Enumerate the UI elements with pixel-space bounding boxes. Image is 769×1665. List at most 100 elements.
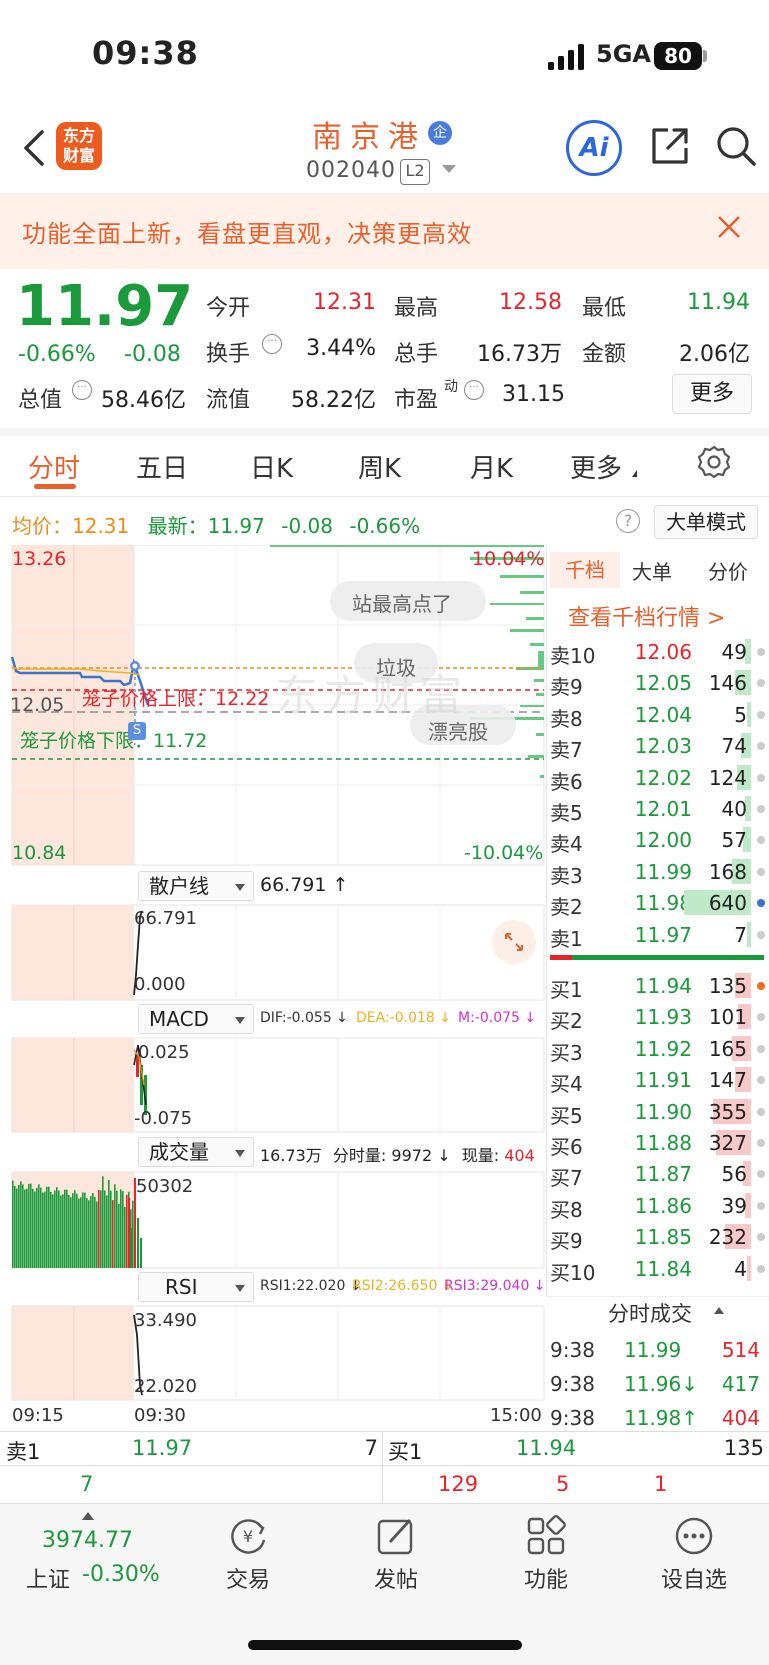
bid-row[interactable]: 买4 11.91 147 bbox=[550, 1064, 769, 1096]
close-icon[interactable] bbox=[716, 214, 742, 240]
summary-right-a: 129 bbox=[438, 1472, 479, 1496]
level-dot bbox=[757, 1139, 765, 1147]
search-icon[interactable] bbox=[714, 124, 758, 168]
ask-row[interactable]: 卖6 12.02 124 bbox=[550, 762, 769, 794]
ask-row[interactable]: 卖7 12.03 74 bbox=[550, 730, 769, 762]
more-dots-icon[interactable] bbox=[672, 1514, 716, 1558]
rsi-axis-top: 33.490 bbox=[134, 1310, 197, 1331]
nav-trade[interactable]: 交易 bbox=[218, 1562, 278, 1594]
ask-row[interactable]: 卖2 11.98 640 bbox=[550, 887, 769, 919]
ask-row[interactable]: 卖9 12.05 146 bbox=[550, 667, 769, 699]
tab-daily-k[interactable]: 日K bbox=[250, 448, 293, 485]
big-order-mode-button[interactable]: 大单模式 bbox=[654, 505, 758, 539]
bid-row[interactable]: 买9 11.85 232 bbox=[550, 1221, 769, 1253]
indicator-select-retail[interactable]: 散户线 bbox=[138, 871, 254, 901]
ask-row[interactable]: 卖1 11.97 7 bbox=[550, 919, 769, 951]
level-label: 买5 bbox=[550, 1103, 583, 1128]
comment-bubble[interactable]: 漂亮股 bbox=[428, 716, 488, 745]
retail-value: 66.791 ↑ bbox=[260, 874, 349, 896]
time-sales-title[interactable]: 分时成交 bbox=[608, 1298, 692, 1328]
level-label: 买8 bbox=[550, 1197, 583, 1222]
view-depth-link[interactable]: 查看千档行情 > bbox=[568, 600, 725, 632]
level-dot bbox=[757, 742, 765, 751]
bid-row[interactable]: 买2 11.93 101 bbox=[550, 1001, 769, 1033]
tab-thousand-levels[interactable]: 千档 bbox=[550, 552, 620, 588]
volume-bar bbox=[104, 1190, 106, 1268]
gear-icon[interactable] bbox=[696, 444, 732, 480]
indicator-select-volume[interactable]: 成交量 bbox=[138, 1137, 254, 1167]
chevron-up-icon[interactable] bbox=[82, 1512, 94, 1520]
info-icon[interactable]: ··· bbox=[262, 334, 282, 354]
ask-row[interactable]: 卖8 12.04 5 bbox=[550, 699, 769, 731]
share-icon[interactable] bbox=[648, 124, 692, 168]
tab-five-day[interactable]: 五日 bbox=[136, 448, 188, 485]
volume-bar bbox=[114, 1184, 116, 1268]
nav-add-watchlist[interactable]: 设自选 bbox=[656, 1562, 732, 1594]
back-icon[interactable] bbox=[20, 128, 50, 168]
nav-functions[interactable]: 功能 bbox=[516, 1562, 576, 1594]
tab-price-distribution[interactable]: 分价 bbox=[708, 556, 748, 585]
comment-bubble[interactable]: 垃圾 bbox=[376, 652, 416, 681]
tab-more[interactable]: 更多 bbox=[570, 448, 622, 485]
level-dot bbox=[757, 1013, 765, 1022]
ask-row[interactable]: 卖4 12.00 57 bbox=[550, 824, 769, 857]
tab-weekly-k[interactable]: 周K bbox=[358, 448, 401, 485]
volume-bar bbox=[84, 1192, 86, 1268]
ask-row[interactable]: 卖5 12.01 40 bbox=[550, 793, 769, 825]
time-axis-end: 15:00 bbox=[490, 1405, 542, 1426]
info-icon[interactable]: ··· bbox=[464, 380, 484, 400]
chevron-down-icon[interactable] bbox=[442, 165, 456, 173]
help-icon[interactable]: ? bbox=[616, 509, 640, 533]
bid-row[interactable]: 买6 11.88 327 bbox=[550, 1127, 769, 1159]
bid-row[interactable]: 买3 11.92 165 bbox=[550, 1033, 769, 1065]
volume-bar bbox=[140, 1238, 142, 1268]
more-button[interactable]: 更多 bbox=[672, 374, 752, 414]
volume-bar bbox=[137, 1218, 139, 1268]
bid-row[interactable]: 买8 11.86 39 bbox=[550, 1190, 769, 1222]
post-icon[interactable] bbox=[374, 1514, 418, 1558]
ask-row[interactable]: 卖3 11.99 168 bbox=[550, 856, 769, 888]
bid-row[interactable]: 买10 11.84 4 bbox=[550, 1253, 769, 1285]
s-marker[interactable]: S bbox=[128, 722, 146, 740]
index-value[interactable]: 3974.77 bbox=[42, 1528, 133, 1553]
volume-bar bbox=[128, 1198, 130, 1268]
info-icon[interactable]: ··· bbox=[72, 380, 92, 400]
bid-row[interactable]: 买1 11.94 135 bbox=[550, 970, 769, 1002]
tab-monthly-k[interactable]: 月K bbox=[470, 448, 513, 485]
expand-icon[interactable] bbox=[494, 920, 534, 960]
rsi3-value: RSI3:29.040 ↓ bbox=[444, 1278, 546, 1294]
tab-more-caret-icon bbox=[632, 470, 637, 477]
tab-big-orders[interactable]: 大单 bbox=[632, 556, 672, 585]
y-axis-min: 10.84 bbox=[12, 842, 67, 864]
volume-axis-top: 50302 bbox=[136, 1176, 194, 1197]
watermark: 东方财富 bbox=[276, 671, 469, 720]
index-label[interactable]: 上证 bbox=[26, 1562, 70, 1594]
level-dot bbox=[757, 1076, 765, 1085]
level-volume: 4 bbox=[734, 1256, 747, 1281]
ai-button[interactable]: Ai bbox=[566, 120, 622, 176]
trade-icon[interactable]: ¥ bbox=[226, 1514, 270, 1558]
ask-row[interactable]: 卖10 12.06 49 bbox=[550, 636, 769, 668]
latest-label: 最新： bbox=[147, 514, 208, 538]
volume-bar bbox=[131, 1228, 133, 1268]
tab-intraday[interactable]: 分时 bbox=[28, 448, 80, 485]
stock-code[interactable]: 002040 bbox=[306, 158, 396, 183]
level2-badge[interactable]: L2 bbox=[400, 159, 430, 185]
bid-row[interactable]: 买5 11.90 355 bbox=[550, 1096, 769, 1128]
indicator-select-macd[interactable]: MACD bbox=[138, 1004, 254, 1034]
comment-bubble[interactable]: 站最高点了 bbox=[352, 588, 452, 617]
level-label: 卖4 bbox=[550, 832, 583, 857]
tab-active-indicator bbox=[34, 484, 76, 489]
level-volume: 147 bbox=[708, 1068, 747, 1093]
indicator-select-rsi[interactable]: RSI bbox=[138, 1272, 254, 1302]
volume-bar bbox=[20, 1181, 22, 1268]
bid-row[interactable]: 买7 11.87 56 bbox=[550, 1158, 769, 1190]
high-label: 最高 bbox=[394, 296, 439, 321]
volume-bar bbox=[108, 1179, 110, 1268]
apps-icon[interactable] bbox=[524, 1514, 568, 1558]
summary-ask-price: 11.97 bbox=[132, 1436, 193, 1460]
index-percent[interactable]: -0.30% bbox=[82, 1562, 160, 1587]
chevron-up-icon[interactable] bbox=[714, 1307, 724, 1314]
trade-volume: 404 bbox=[721, 1406, 760, 1430]
nav-post[interactable]: 发帖 bbox=[366, 1562, 426, 1594]
